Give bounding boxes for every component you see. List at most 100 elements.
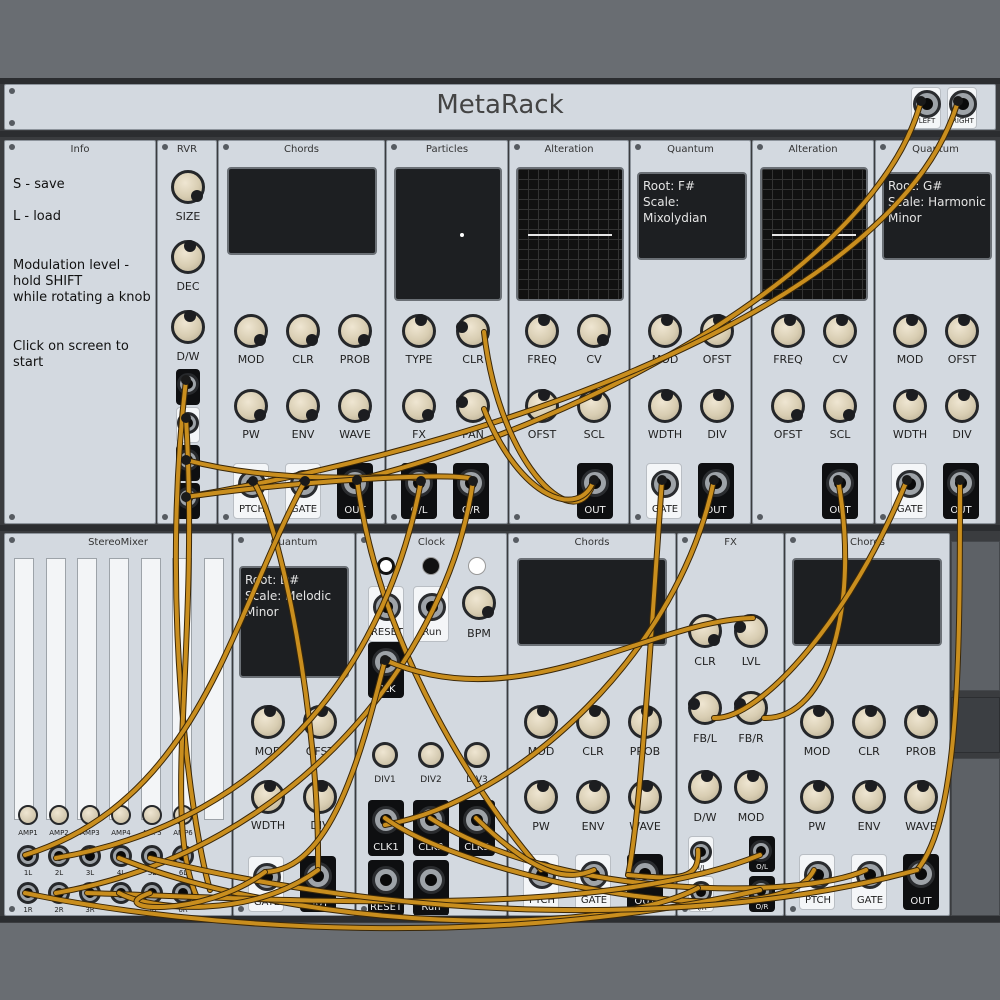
rvr-in-right-jack[interactable] (176, 407, 200, 443)
scl-knob[interactable] (577, 389, 611, 423)
mod-knob[interactable] (734, 770, 768, 804)
out-jack[interactable]: OUT (698, 463, 734, 519)
out-jack[interactable]: OUT (943, 463, 979, 519)
prob-knob[interactable] (338, 314, 372, 348)
gate-jack[interactable]: GATE (851, 854, 887, 910)
clk2-output-jack[interactable]: CLK2 (413, 800, 449, 856)
wave-knob[interactable] (338, 389, 372, 423)
mod-knob[interactable] (800, 705, 834, 739)
out-left-jack[interactable]: O/L (401, 463, 437, 519)
lvl-knob[interactable] (734, 614, 768, 648)
in-4r-jack[interactable] (110, 882, 132, 904)
alteration-screen[interactable] (760, 167, 868, 301)
rvr-out-right-jack[interactable] (176, 483, 200, 519)
chords-screen[interactable] (227, 167, 377, 255)
channel-fader-4[interactable] (109, 558, 129, 820)
clk1-output-jack[interactable]: CLK1 (368, 800, 404, 856)
out-jack[interactable]: OUT (903, 854, 939, 910)
in-2l-jack[interactable] (48, 845, 70, 867)
env-knob[interactable] (576, 780, 610, 814)
gate-jack[interactable]: GATE (575, 854, 611, 910)
in-left-jack[interactable]: I/L (688, 836, 714, 872)
in-3r-jack[interactable] (79, 882, 101, 904)
mod-knob[interactable] (893, 314, 927, 348)
out-right-jack[interactable]: O/R (749, 876, 775, 912)
rvr-out-left-jack[interactable] (176, 445, 200, 481)
out-jack[interactable]: OUT (300, 856, 336, 912)
div-knob[interactable] (303, 780, 337, 814)
quantum-screen[interactable]: Root: F# Scale: Mixolydian (637, 172, 747, 260)
ofst-knob[interactable] (303, 705, 337, 739)
fb-right-knob[interactable] (734, 691, 768, 725)
div1-knob[interactable] (372, 742, 398, 768)
gate-jack[interactable]: GATE (891, 463, 927, 519)
ptch-jack[interactable]: PTCH (799, 854, 835, 910)
pw-knob[interactable] (234, 389, 268, 423)
div-knob[interactable] (945, 389, 979, 423)
channel-fader-3[interactable] (77, 558, 97, 820)
gate-jack[interactable]: GATE (285, 463, 321, 519)
fx-knob[interactable] (402, 389, 436, 423)
ofst-knob[interactable] (771, 389, 805, 423)
amp6-knob[interactable] (173, 805, 193, 825)
amp1-knob[interactable] (18, 805, 38, 825)
channel-fader-5[interactable] (141, 558, 161, 820)
rvr-in-left-jack[interactable] (176, 369, 200, 405)
channel-fader-master[interactable] (204, 558, 224, 820)
channel-fader-6[interactable] (172, 558, 192, 820)
pw-knob[interactable] (800, 780, 834, 814)
in-3l-jack[interactable] (79, 845, 101, 867)
prob-knob[interactable] (904, 705, 938, 739)
in-5l-jack[interactable] (141, 845, 163, 867)
wdth-knob[interactable] (251, 780, 285, 814)
ptch-jack[interactable]: PTCH (523, 854, 559, 910)
wave-knob[interactable] (628, 780, 662, 814)
reset-input-jack[interactable]: RESET (368, 586, 404, 642)
ofst-knob[interactable] (945, 314, 979, 348)
in-1l-jack[interactable] (17, 845, 39, 867)
in-2r-jack[interactable] (48, 882, 70, 904)
out-jack[interactable]: OUT (337, 463, 373, 519)
reset-output-jack[interactable]: RESET (368, 860, 404, 915)
mod-knob[interactable] (251, 705, 285, 739)
amp3-knob[interactable] (80, 805, 100, 825)
channel-fader-2[interactable] (46, 558, 66, 820)
cv-knob[interactable] (577, 314, 611, 348)
mod-knob[interactable] (524, 705, 558, 739)
dry-wet-knob[interactable] (171, 310, 205, 344)
in-6r-jack[interactable] (172, 882, 194, 904)
out-left-jack[interactable]: O/L (749, 836, 775, 872)
amp2-knob[interactable] (49, 805, 69, 825)
alteration-screen[interactable] (516, 167, 624, 301)
out-jack[interactable]: OUT (627, 854, 663, 910)
particles-screen[interactable] (394, 167, 502, 301)
out-jack[interactable]: OUT (822, 463, 858, 519)
wdth-knob[interactable] (893, 389, 927, 423)
div3-knob[interactable] (464, 742, 490, 768)
wdth-knob[interactable] (648, 389, 682, 423)
div-knob[interactable] (700, 389, 734, 423)
cv-knob[interactable] (823, 314, 857, 348)
mod-knob[interactable] (648, 314, 682, 348)
decay-knob[interactable] (171, 240, 205, 274)
env-knob[interactable] (286, 389, 320, 423)
amp4-knob[interactable] (111, 805, 131, 825)
clr-knob[interactable] (456, 314, 490, 348)
clr-knob[interactable] (852, 705, 886, 739)
mod-knob[interactable] (234, 314, 268, 348)
in-1r-jack[interactable] (17, 882, 39, 904)
ptch-jack[interactable]: PTCH (233, 463, 269, 519)
clr-knob[interactable] (576, 705, 610, 739)
div2-knob[interactable] (418, 742, 444, 768)
gate-jack[interactable]: GATE (646, 463, 682, 519)
clr-knob[interactable] (286, 314, 320, 348)
fb-left-knob[interactable] (688, 691, 722, 725)
wave-knob[interactable] (904, 780, 938, 814)
dry-wet-knob[interactable] (688, 770, 722, 804)
in-4l-jack[interactable] (110, 845, 132, 867)
right-output-jack[interactable]: RIGHT (947, 87, 977, 129)
env-knob[interactable] (852, 780, 886, 814)
type-knob[interactable] (402, 314, 436, 348)
clk-output-jack[interactable]: CLK (368, 642, 404, 698)
bpm-knob[interactable] (462, 586, 496, 620)
